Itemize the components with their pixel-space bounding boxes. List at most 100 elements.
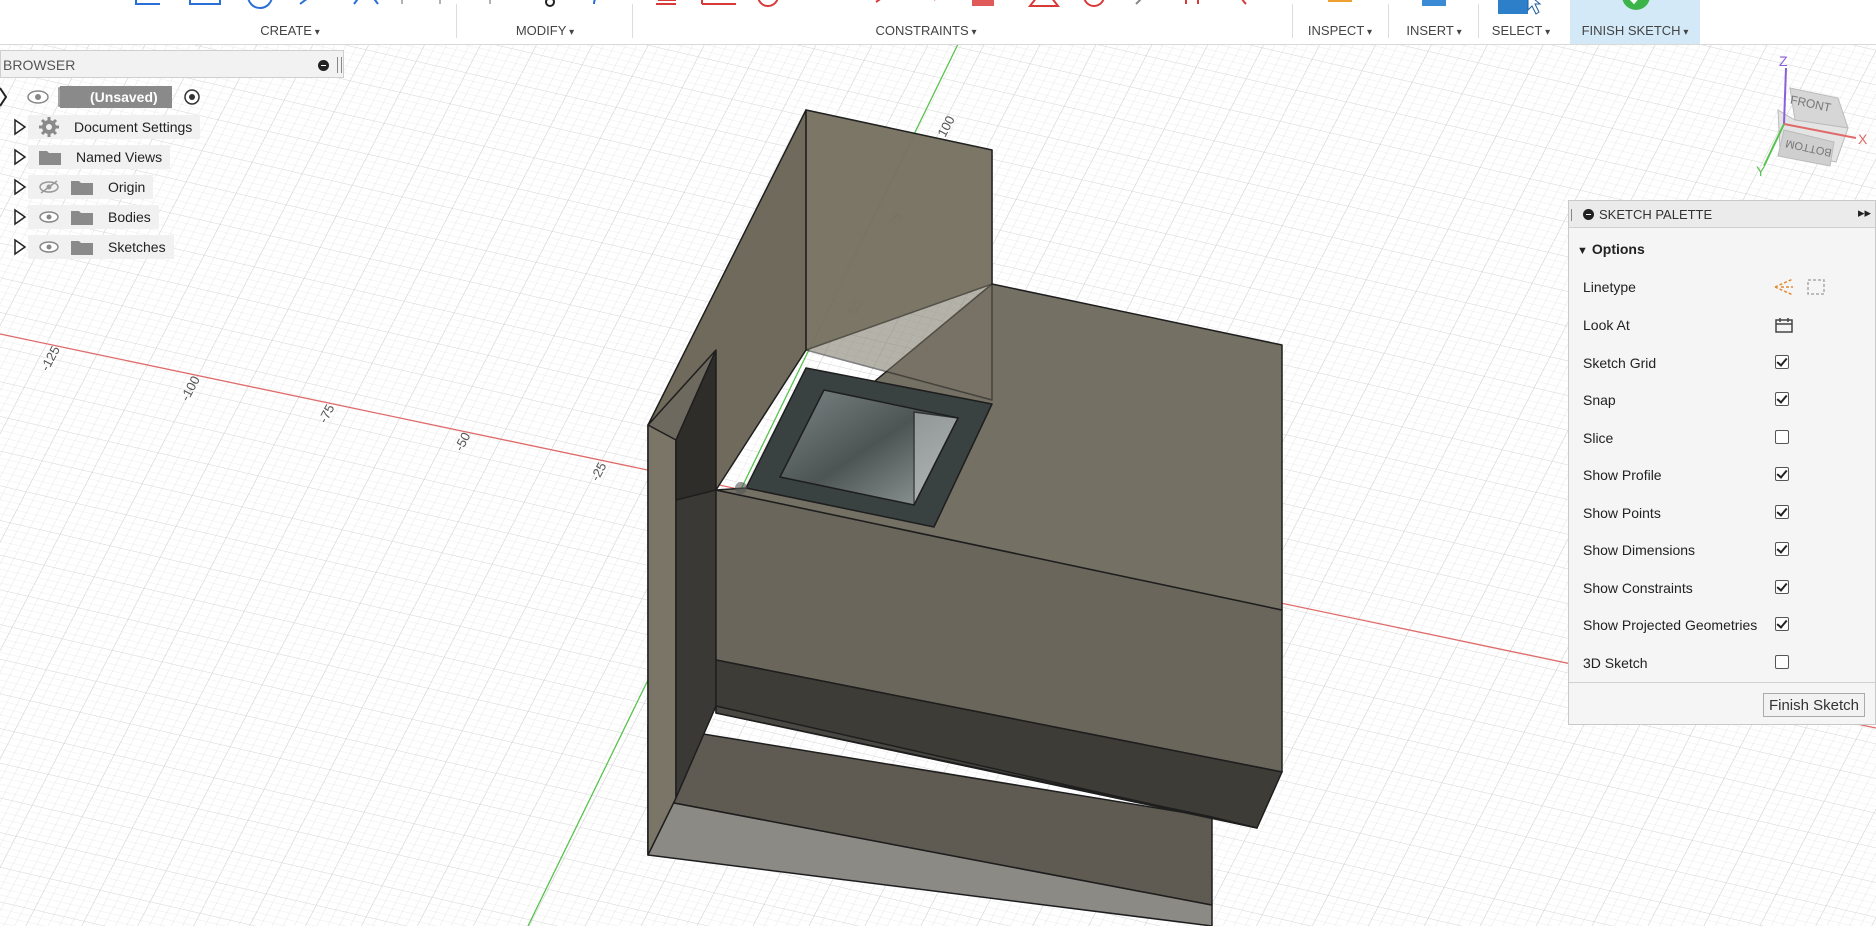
constraint-icons [656,0,1247,7]
option-show-profile[interactable]: Show Profile [1583,457,1863,493]
option-snap[interactable]: Snap [1583,382,1863,418]
sketch-tools-icon [135,0,441,9]
expand-arrow-icon[interactable] [12,118,28,136]
select-cursor-icon [1498,0,1542,15]
divider [1569,682,1875,683]
option-label: Look At [1583,317,1630,333]
panel-grip-icon[interactable] [337,57,342,73]
measure-icon [1328,0,1352,2]
eye-hidden-icon[interactable] [38,179,60,195]
browser-title: BROWSER [3,57,76,73]
options-section-header[interactable]: ▼ Options [1577,241,1645,257]
collapse-icon[interactable] [1583,209,1594,220]
browser-item-label: Origin [108,179,146,195]
option-show-dimensions[interactable]: Show Dimensions [1583,532,1863,568]
option-look-at: Look At [1583,307,1863,343]
finish-sketch-group[interactable]: FINISH SKETCH [1570,0,1700,44]
constraints-group[interactable]: CONSTRAINTS [646,0,1266,44]
expand-panel-icon[interactable]: ▸▸ [1858,205,1871,221]
browser-item-bodies[interactable]: Bodies [12,204,159,230]
browser-item-named-views[interactable]: Named Views [12,144,171,170]
finish-sketch-button[interactable]: Finish Sketch [1763,693,1865,717]
select-group[interactable]: SELECT [1484,0,1558,44]
toolbar-divider [456,4,457,38]
sketch-origin-point[interactable] [735,482,747,494]
folder-icon [71,241,93,255]
insert-group[interactable]: INSERT [1394,0,1474,44]
option-label: Show Constraints [1583,580,1693,596]
gear-icon [39,117,59,137]
option-label: Sketch Grid [1583,355,1657,371]
inspect-menu-label: INSPECT [1298,23,1382,38]
option-show-constraints[interactable]: Show Constraints [1583,570,1863,606]
eye-icon[interactable] [38,239,60,255]
finish-check-icon [1622,0,1650,10]
centerline-linetype-icon[interactable] [1805,277,1829,297]
option-show-projected-geometries[interactable]: Show Projected Geometries [1583,607,1863,643]
folder-icon [71,181,93,195]
option-label: Show Projected Geometries [1583,617,1758,633]
expand-arrow-icon[interactable] [12,208,28,226]
select-menu-label: SELECT [1484,23,1558,38]
expand-arrow-icon[interactable] [12,238,28,256]
expand-arrow-icon[interactable] [12,178,28,196]
browser-panel: BROWSER [0,50,344,78]
show-projected-geometries-checkbox[interactable] [1775,617,1789,631]
insert-image-icon [1422,0,1446,6]
collapse-icon[interactable] [318,60,329,71]
show-constraints-checkbox[interactable] [1775,580,1789,594]
sketch-palette: SKETCH PALETTE ▸▸ ▼ Options Linetype Look… [1568,200,1876,725]
section-collapse-icon: ▼ [1577,245,1588,257]
toolbar-divider [1478,4,1479,38]
look-at-icon[interactable] [1773,315,1797,335]
finish-sketch-menu-label: FINISH SKETCH [1570,23,1700,38]
option-label: Linetype [1583,279,1636,295]
option-show-points[interactable]: Show Points [1583,495,1863,531]
browser-item-label: Bodies [108,209,151,225]
option-label: Show Profile [1583,467,1662,483]
slice-checkbox[interactable] [1775,430,1789,444]
toolbar: CREATE MODIFY CONSTRAINTS [0,0,1876,45]
create-group[interactable]: CREATE [120,0,460,44]
folder-icon [39,151,61,165]
browser-item-document-settings[interactable]: Document Settings [12,114,201,140]
collapse-arrow-icon[interactable] [0,84,12,110]
insert-menu-label: INSERT [1394,23,1474,38]
option-3d-sketch[interactable]: 3D Sketch [1583,645,1863,681]
viewcube-axis-x: X [1858,131,1868,147]
show-profile-checkbox[interactable] [1775,467,1789,481]
3d-sketch-checkbox[interactable] [1775,655,1789,669]
activate-radio-icon[interactable] [182,87,202,107]
expand-arrow-icon[interactable] [12,148,28,166]
options-label: Options [1591,241,1645,257]
browser-item-origin[interactable]: Origin [12,174,154,200]
option-label: Show Points [1583,505,1661,521]
snap-checkbox[interactable] [1775,392,1789,406]
palette-header: SKETCH PALETTE ▸▸ [1569,201,1875,228]
browser-item-label: Sketches [108,239,166,255]
eye-icon[interactable] [38,209,60,225]
inspect-group[interactable]: INSPECT [1298,0,1382,44]
show-dimensions-checkbox[interactable] [1775,542,1789,556]
toolbar-divider [1292,4,1293,38]
option-label: Slice [1583,430,1614,446]
option-label: Snap [1583,392,1616,408]
option-linetype: Linetype [1583,269,1863,305]
browser-root-row[interactable]: (Unsaved) [0,84,202,110]
constraints-menu-label: CONSTRAINTS [586,23,1266,38]
browser-item-label: Document Settings [74,119,193,135]
option-sketch-grid[interactable]: Sketch Grid [1583,345,1863,381]
option-slice[interactable]: Slice [1583,420,1863,456]
show-points-checkbox[interactable] [1775,505,1789,519]
root-label[interactable]: (Unsaved) [60,86,172,108]
construction-linetype-icon[interactable] [1773,277,1797,297]
eye-icon[interactable] [26,89,50,105]
browser-item-label: Named Views [76,149,163,165]
browser-item-sketches[interactable]: Sketches [12,234,174,260]
option-label: Show Dimensions [1583,542,1696,558]
viewcube-axis-z: Z [1779,53,1788,69]
sketch-grid-checkbox[interactable] [1775,355,1789,369]
toolbar-divider [1388,4,1389,38]
panel-grip-icon[interactable] [1571,209,1575,221]
scissors-icon [489,0,596,7]
